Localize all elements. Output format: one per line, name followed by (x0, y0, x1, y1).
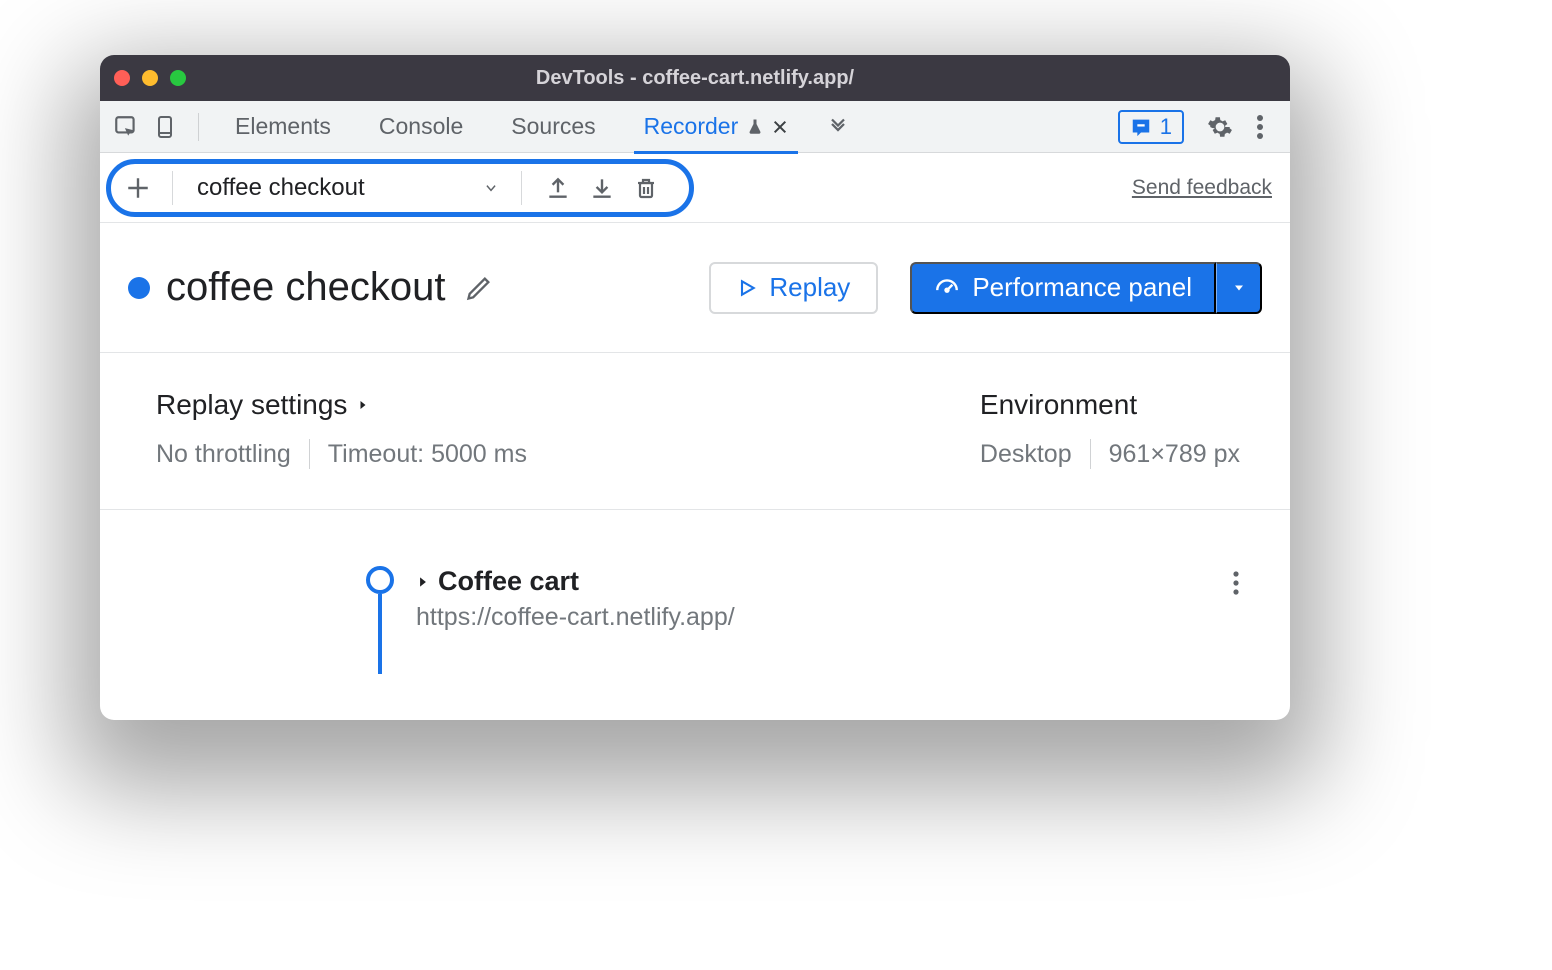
step-item[interactable]: Coffee cart https://coffee-cart.netlify.… (410, 566, 735, 674)
devtools-tabstrip: Elements Console Sources Recorder (100, 101, 1290, 153)
step-more-menu-icon[interactable] (1232, 566, 1240, 596)
replay-settings-heading: Replay settings (156, 389, 347, 421)
throttling-value: No throttling (156, 440, 291, 469)
recording-select-value: coffee checkout (197, 174, 365, 202)
import-recording-icon[interactable] (580, 168, 624, 208)
devtools-window: DevTools - coffee-cart.netlify.app/ Elem… (100, 55, 1290, 720)
traffic-lights (114, 70, 186, 86)
delete-recording-icon[interactable] (624, 168, 668, 208)
step-url: https://coffee-cart.netlify.app/ (416, 603, 735, 632)
zoom-window-button[interactable] (170, 70, 186, 86)
recorder-toolbar: coffee checkout Send f (100, 153, 1290, 223)
timeline (350, 566, 410, 674)
timeline-connector (378, 594, 382, 674)
recording-header: coffee checkout Replay Performance panel (100, 223, 1290, 353)
separator (198, 113, 199, 141)
settings-icon[interactable] (1202, 109, 1238, 145)
replay-settings-values: No throttling Timeout: 5000 ms (156, 439, 527, 469)
more-tabs-icon[interactable] (814, 118, 862, 136)
tab-sources[interactable]: Sources (489, 101, 617, 153)
issues-count: 1 (1160, 114, 1172, 140)
device-value: Desktop (980, 440, 1072, 469)
record-indicator-icon (128, 277, 150, 299)
step-title: Coffee cart (438, 566, 579, 597)
performance-panel-button[interactable]: Performance panel (910, 262, 1216, 314)
settings-row: Replay settings No throttling Timeout: 5… (100, 353, 1290, 510)
flask-icon (746, 117, 764, 137)
caret-right-icon (416, 573, 430, 591)
close-window-button[interactable] (114, 70, 130, 86)
separator (172, 171, 173, 205)
tab-elements[interactable]: Elements (213, 101, 353, 153)
device-toolbar-icon[interactable] (148, 109, 184, 145)
minimize-window-button[interactable] (142, 70, 158, 86)
new-recording-button[interactable] (118, 175, 158, 201)
environment-heading: Environment (980, 389, 1137, 421)
edit-title-icon[interactable] (465, 274, 493, 302)
performance-panel-dropdown[interactable] (1216, 262, 1262, 314)
separator (309, 439, 310, 469)
performance-panel-split-button: Performance panel (910, 262, 1262, 314)
issues-chip[interactable]: 1 (1118, 110, 1184, 144)
send-feedback-link[interactable]: Send feedback (1132, 176, 1272, 200)
environment-settings: Environment Desktop 961×789 px (980, 389, 1240, 469)
tab-console[interactable]: Console (357, 101, 485, 153)
dimensions-value: 961×789 px (1109, 440, 1240, 469)
kebab-menu-icon[interactable] (1242, 109, 1278, 145)
tab-label: Console (379, 113, 463, 140)
tab-label: Recorder (644, 113, 739, 140)
environment-values: Desktop 961×789 px (980, 439, 1240, 469)
tab-recorder[interactable]: Recorder (622, 101, 811, 153)
export-recording-icon[interactable] (536, 168, 580, 208)
window-title: DevTools - coffee-cart.netlify.app/ (100, 67, 1290, 90)
timeline-node-icon (366, 566, 394, 594)
performance-panel-label: Performance panel (972, 272, 1192, 303)
recording-title: coffee checkout (166, 265, 445, 310)
replay-settings: Replay settings No throttling Timeout: 5… (156, 389, 527, 469)
replay-settings-toggle[interactable]: Replay settings (156, 389, 527, 421)
window-titlebar: DevTools - coffee-cart.netlify.app/ (100, 55, 1290, 101)
separator (521, 171, 522, 205)
steps-area: Coffee cart https://coffee-cart.netlify.… (100, 510, 1290, 674)
chevron-down-icon (481, 181, 501, 195)
recording-select[interactable]: coffee checkout (187, 174, 507, 202)
replay-button[interactable]: Replay (709, 262, 878, 314)
tab-label: Sources (511, 113, 595, 140)
caret-right-icon (357, 397, 369, 413)
timeout-value: Timeout: 5000 ms (328, 440, 527, 469)
separator (1090, 439, 1091, 469)
replay-label: Replay (769, 272, 850, 303)
tab-label: Elements (235, 113, 331, 140)
inspect-element-icon[interactable] (108, 109, 144, 145)
close-tab-icon[interactable] (772, 119, 788, 135)
